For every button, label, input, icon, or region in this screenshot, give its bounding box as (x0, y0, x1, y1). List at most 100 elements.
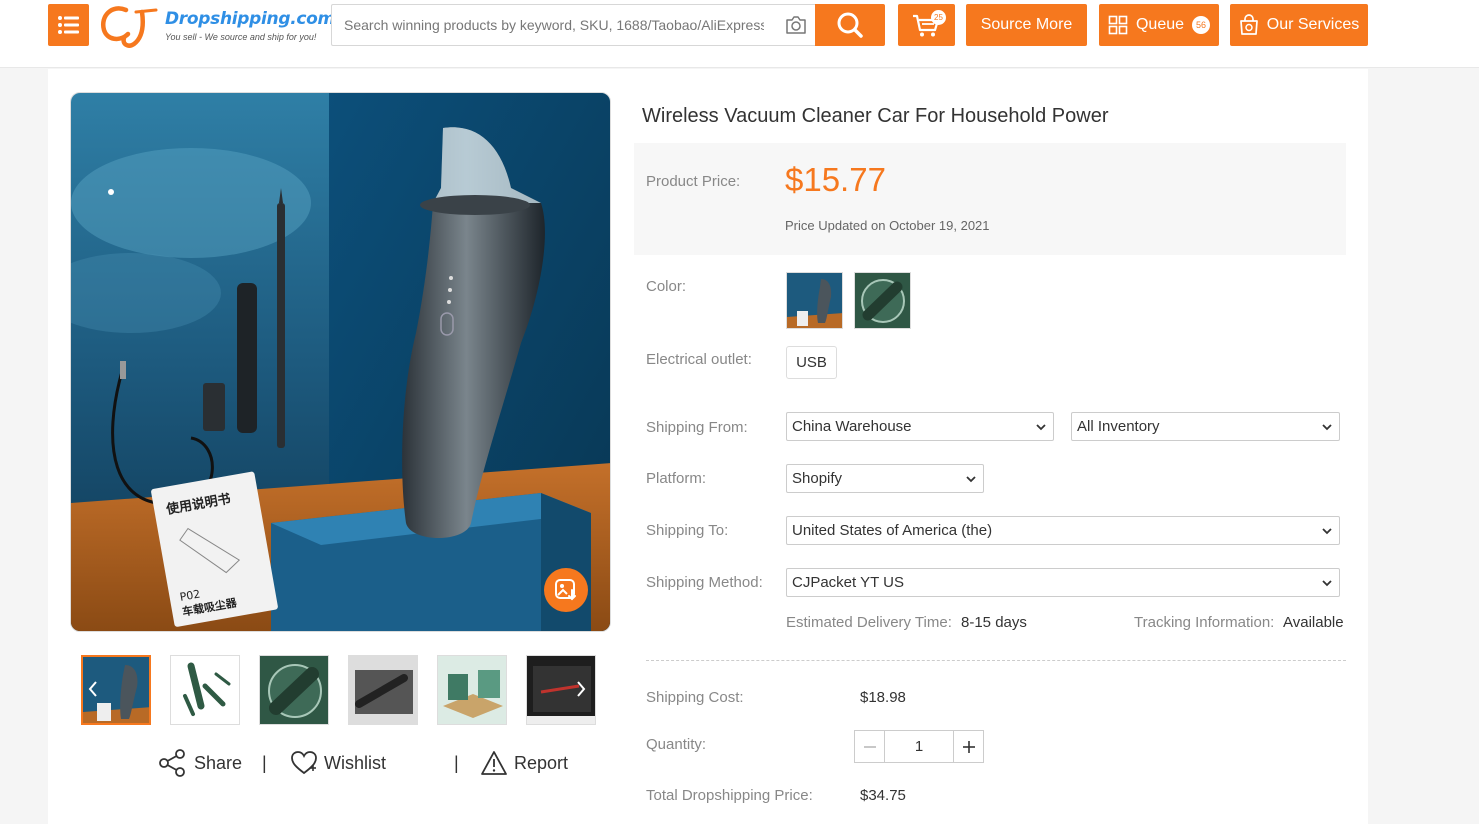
shipping-from-value: China Warehouse (792, 418, 912, 435)
heart-icon (291, 751, 317, 775)
shipping-method-label: Shipping Method: (646, 574, 763, 591)
chevron-down-icon (1322, 580, 1332, 587)
source-more-button[interactable]: Source More (966, 4, 1087, 46)
thumbnail-room-image (438, 656, 506, 724)
chevron-down-icon (1036, 424, 1046, 431)
shipping-to-label: Shipping To: (646, 522, 729, 539)
source-more-label: Source More (980, 16, 1073, 33)
chevron-right-icon (577, 681, 586, 697)
queue-count-badge: 56 (1192, 16, 1211, 34)
plus-icon (962, 740, 975, 753)
warning-icon (481, 751, 507, 775)
thumbnail-3[interactable] (259, 655, 329, 725)
thumbnail-next-arrow[interactable] (571, 672, 591, 706)
product-card: 使用说明书 P02 车载吸尘器 Share | Wishlist | Repor… (48, 69, 1368, 824)
color-swatch-green-image (855, 273, 910, 328)
share-label: Share (194, 752, 243, 773)
our-services-label: Our Services (1266, 16, 1360, 33)
cj-logo-mark-icon (100, 6, 158, 48)
chevron-down-icon (1322, 424, 1332, 431)
shipping-to-value: United States of America (the) (792, 522, 993, 539)
outlet-label: Electrical outlet: (646, 351, 752, 368)
quantity-input[interactable] (886, 731, 952, 762)
image-download-icon (555, 579, 576, 601)
total-price-value: $34.75 (860, 787, 906, 804)
queue-grid-icon (1108, 15, 1128, 35)
search-input[interactable] (332, 5, 776, 45)
color-option-1[interactable] (786, 272, 843, 329)
thumbnail-green-accessories-image (171, 656, 239, 724)
shipping-cost-value: $18.98 (860, 689, 906, 706)
color-option-2[interactable] (854, 272, 911, 329)
platform-value: Shopify (792, 470, 843, 487)
thumbnail-4[interactable] (348, 655, 418, 725)
product-actions: Share | Wishlist | Report (158, 747, 568, 779)
outlet-option-usb[interactable]: USB (786, 346, 837, 379)
price-label: Product Price: (646, 173, 741, 190)
price-box: Product Price: $15.77 Price Updated on O… (634, 143, 1346, 255)
inventory-value: All Inventory (1077, 418, 1160, 435)
shipping-method-select[interactable]: CJPacket YT US (786, 568, 1340, 597)
logo-brand-text: Dropshipping.com (165, 9, 335, 29)
shipping-method-value: CJPacket YT US (792, 574, 904, 591)
quantity-increase-button[interactable] (953, 731, 983, 762)
shipping-from-select[interactable]: China Warehouse (786, 412, 1054, 441)
section-divider (646, 660, 1346, 661)
total-price-label: Total Dropshipping Price: (646, 787, 813, 804)
shipping-cost-label: Shipping Cost: (646, 689, 744, 706)
vacuum-product-photo: 使用说明书 P02 车载吸尘器 (71, 93, 610, 631)
tracking-info-label: Tracking Information: (1134, 614, 1275, 631)
image-zoom-button[interactable] (544, 568, 588, 612)
search-box (331, 4, 815, 46)
services-bag-icon (1239, 14, 1258, 35)
cart-count-badge: 25 (931, 10, 946, 25)
our-services-button[interactable]: Our Services (1230, 4, 1368, 46)
report-label: Report (514, 752, 569, 773)
product-title: Wireless Vacuum Cleaner Car For Househol… (642, 105, 1109, 127)
quantity-label: Quantity: (646, 736, 707, 753)
thumbnail-green-vacuum-image (260, 656, 328, 724)
platform-label: Platform: (646, 470, 707, 487)
search-icon (837, 12, 863, 38)
chevron-down-icon (966, 476, 976, 483)
action-separator: | (454, 753, 459, 773)
thumbnail-strip (81, 655, 596, 726)
report-button[interactable]: Report (480, 747, 568, 779)
thumbnail-prev-arrow[interactable] (83, 672, 103, 706)
thumbnail-car-interior-image (349, 656, 417, 724)
cj-logo[interactable]: Dropshipping.com You sell - We source an… (98, 2, 335, 48)
wishlist-label: Wishlist (324, 752, 386, 773)
delivery-time-label: Estimated Delivery Time: (786, 614, 952, 631)
queue-button[interactable]: Queue 56 (1099, 4, 1219, 46)
top-header: Dropshipping.com You sell - We source an… (0, 0, 1479, 68)
color-swatch-gray-image (787, 273, 842, 328)
thumbnail-2[interactable] (170, 655, 240, 725)
cart-button[interactable]: 25 (898, 4, 955, 46)
action-separator: | (262, 753, 267, 773)
chevron-down-icon (1322, 528, 1332, 535)
thumbnail-5[interactable] (437, 655, 507, 725)
search-button[interactable] (815, 4, 885, 46)
queue-label: Queue (1135, 16, 1185, 33)
platform-select[interactable]: Shopify (786, 464, 984, 493)
shipping-to-select[interactable]: United States of America (the) (786, 516, 1340, 545)
logo-slogan: You sell - We source and ship for you! (165, 32, 317, 42)
inventory-select[interactable]: All Inventory (1071, 412, 1340, 441)
share-icon (159, 749, 185, 777)
color-label: Color: (646, 278, 687, 295)
camera-search-icon[interactable] (785, 15, 807, 35)
quantity-stepper (854, 730, 984, 763)
chevron-left-icon (88, 681, 97, 697)
minus-icon (863, 745, 876, 748)
price-updated-date: Price Updated on October 19, 2021 (785, 218, 990, 233)
tracking-info-value: Available (1283, 614, 1344, 631)
wishlist-button[interactable]: Wishlist (290, 747, 386, 779)
menu-button[interactable] (48, 4, 89, 46)
main-product-image[interactable]: 使用说明书 P02 车载吸尘器 (70, 92, 611, 632)
shipping-from-label: Shipping From: (646, 419, 748, 436)
share-button[interactable]: Share (158, 747, 242, 779)
delivery-time-value: 8-15 days (961, 614, 1027, 631)
menu-list-icon (57, 16, 79, 34)
quantity-decrease-button[interactable] (855, 731, 885, 762)
product-price: $15.77 (785, 161, 886, 198)
